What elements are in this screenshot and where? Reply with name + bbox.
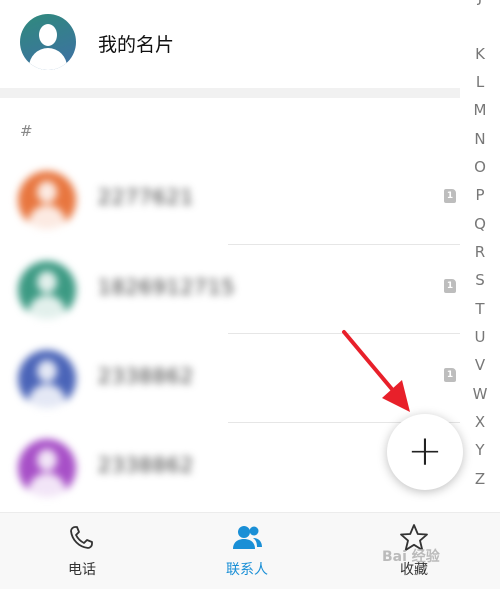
contact-row[interactable]: 2277621 1 xyxy=(0,155,460,243)
tab-phone[interactable]: 电话 xyxy=(32,513,132,589)
contact-avatar xyxy=(18,350,76,408)
alphabet-index-letter[interactable]: Y xyxy=(466,441,494,459)
contact-avatar xyxy=(18,439,76,497)
tab-contacts-label: 联系人 xyxy=(226,562,268,578)
contact-name: 2277621 xyxy=(98,185,195,209)
section-separator xyxy=(0,88,460,98)
alphabet-index-letter[interactable]: M xyxy=(466,101,494,119)
alphabet-index-letter[interactable]: T xyxy=(466,300,494,318)
alphabet-index-letter[interactable]: P xyxy=(466,186,494,204)
alphabet-index-letter[interactable]: Q xyxy=(466,215,494,233)
alphabet-index-letter[interactable]: Z xyxy=(466,470,494,488)
tab-contacts[interactable]: 联系人 xyxy=(197,513,297,589)
sim-card-icon: 1 xyxy=(444,368,456,382)
alphabet-index-letter[interactable]: R xyxy=(466,243,494,261)
tab-phone-label: 电话 xyxy=(68,562,96,578)
alphabet-index-letter[interactable]: X xyxy=(466,413,494,431)
alphabet-index-letter[interactable]: K xyxy=(466,45,494,63)
section-letter-header: # xyxy=(20,122,33,140)
alphabet-index-letter[interactable]: U xyxy=(466,328,494,346)
alphabet-index-letter[interactable]: S xyxy=(466,271,494,289)
alphabet-index-letter[interactable]: J xyxy=(466,0,494,6)
my-card-avatar xyxy=(20,14,76,70)
my-card-row[interactable]: 我的名片 xyxy=(0,0,460,88)
add-contact-button[interactable]: + xyxy=(387,414,463,490)
phone-icon xyxy=(70,526,93,549)
contact-name: 1826912715 xyxy=(98,275,236,299)
my-card-title: 我的名片 xyxy=(98,34,175,56)
watermark: Bai 经验 xyxy=(382,549,440,565)
contact-name: 2338862 xyxy=(98,453,195,477)
contact-avatar xyxy=(18,171,76,229)
red-arrow-annotation xyxy=(342,330,410,412)
alphabet-index-letter[interactable]: N xyxy=(466,130,494,148)
sim-card-icon: 1 xyxy=(444,279,456,293)
alphabet-index-letter[interactable]: O xyxy=(466,158,494,176)
alphabet-index-letter[interactable]: W xyxy=(466,385,494,403)
alphabet-index-letter[interactable]: V xyxy=(466,356,494,374)
contact-avatar xyxy=(18,261,76,319)
contact-name: 2338862 xyxy=(98,364,195,388)
sim-card-icon: 1 xyxy=(444,189,456,203)
contacts-icon xyxy=(233,526,262,549)
alphabet-index-letter[interactable]: L xyxy=(466,73,494,91)
